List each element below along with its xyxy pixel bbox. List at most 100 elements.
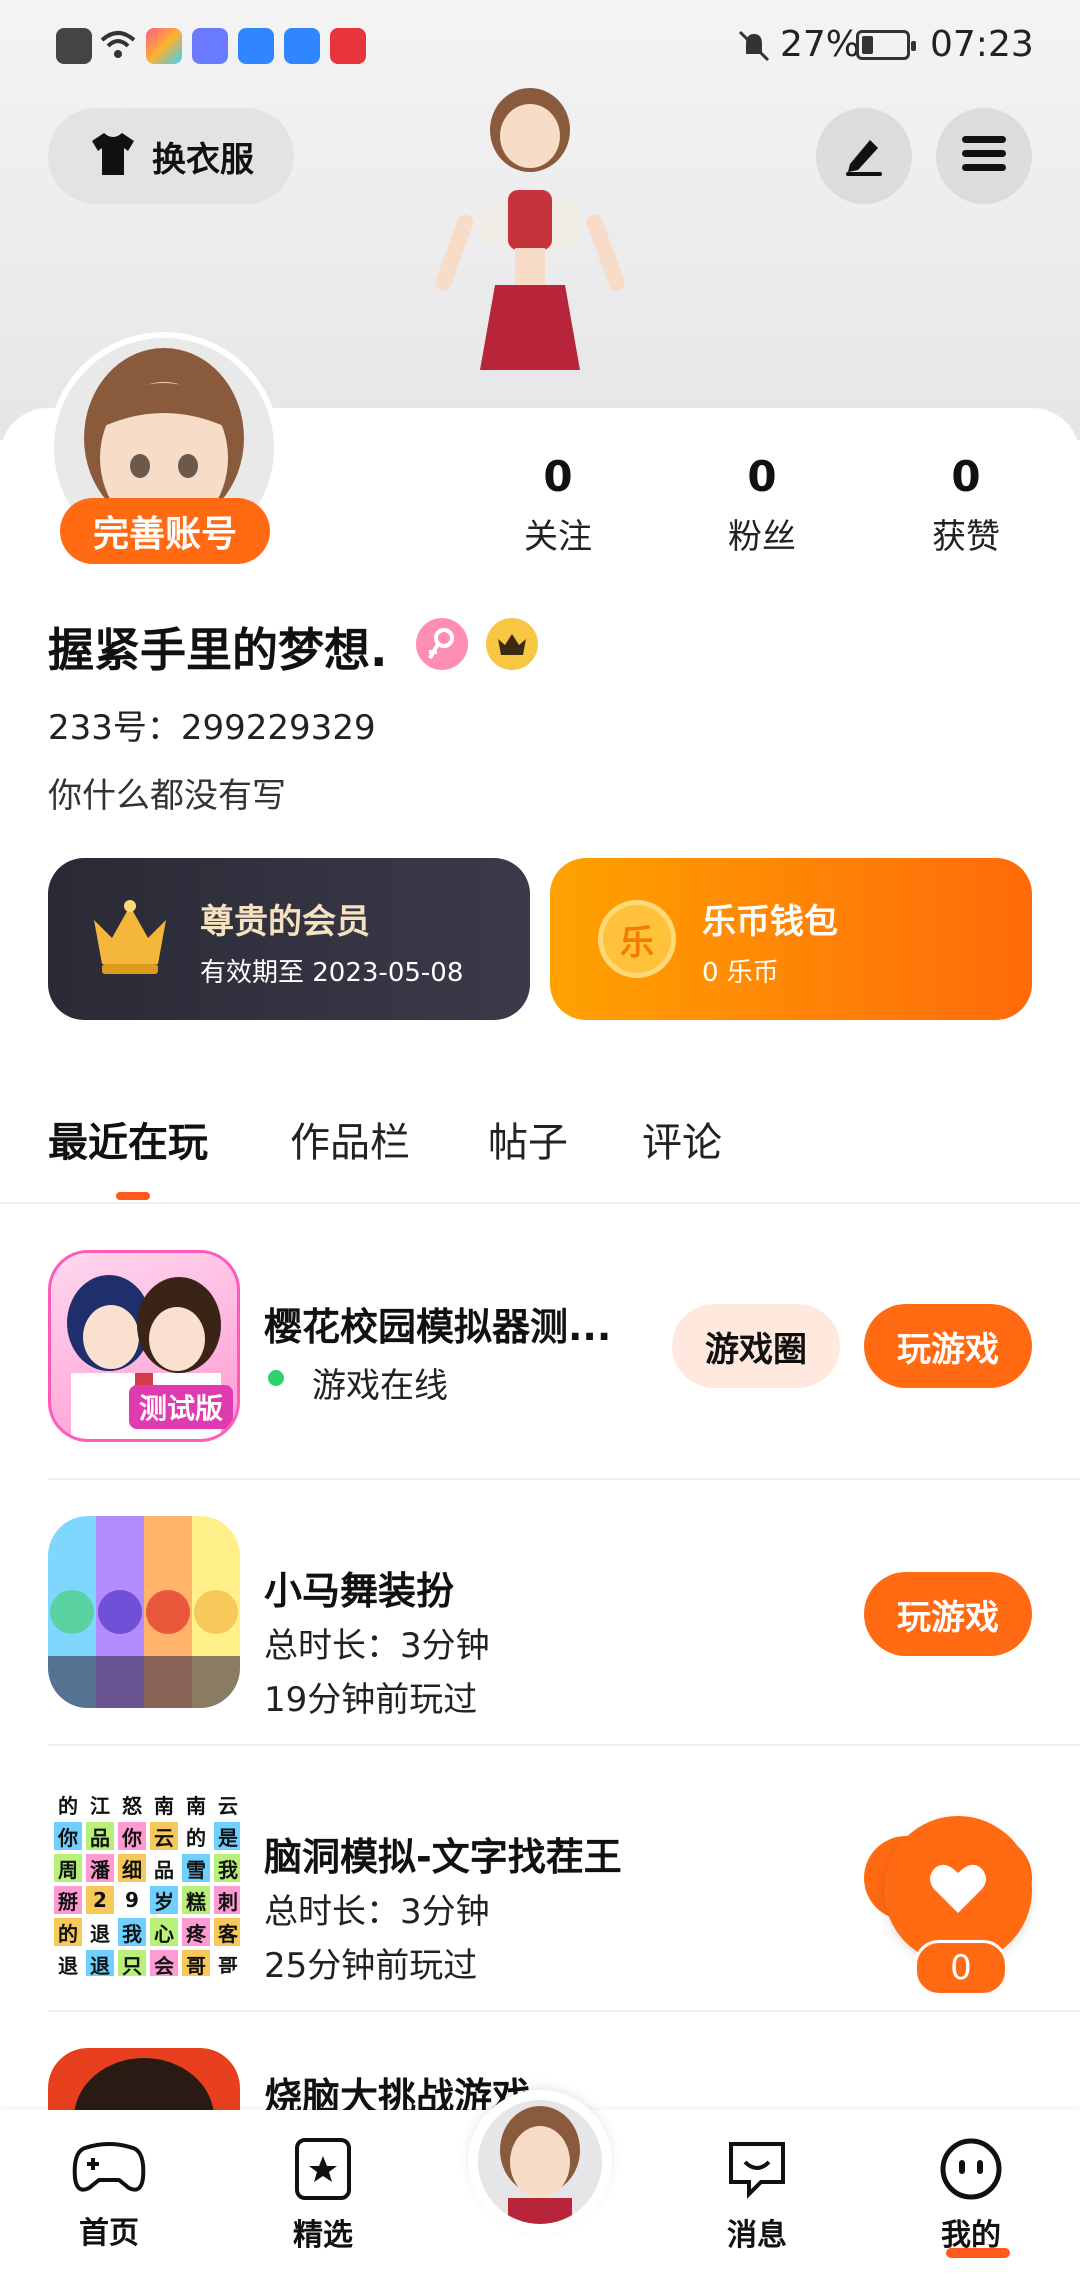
nav-home[interactable]: 首页: [34, 2138, 184, 2252]
puzzle-character-cell: 糕: [182, 1886, 210, 1914]
puzzle-character-cell: 的: [54, 1790, 82, 1818]
tab-comments[interactable]: 评论: [642, 1110, 722, 1168]
female-gender-icon: [416, 618, 468, 670]
huawei-icon: [330, 28, 366, 64]
nav-avatar-button[interactable]: [468, 2090, 612, 2234]
coin-icon: 乐: [598, 900, 676, 978]
puzzle-character-cell: 9: [118, 1886, 146, 1914]
list-divider: [48, 1478, 1080, 1480]
stat-following[interactable]: 0 关注: [478, 452, 638, 558]
game-icon-brain-challenge[interactable]: [48, 2048, 240, 2110]
game-icon-pony[interactable]: [48, 1516, 240, 1708]
vip-member-card[interactable]: 尊贵的会员 有效期至 2023-05-08: [48, 858, 530, 1020]
mute-bell-icon: [736, 28, 772, 64]
tab-works[interactable]: 作品栏: [290, 1110, 410, 1168]
puzzle-character-cell: 南: [150, 1790, 178, 1818]
list-divider: [48, 2010, 1080, 2012]
app-store-icon: [146, 28, 182, 64]
game-total-duration: 总时长：3分钟: [264, 1892, 490, 1932]
puzzle-character-cell: 我: [118, 1918, 146, 1946]
username: 握紧手里的梦想.: [48, 623, 388, 677]
gold-crown-icon: [88, 898, 172, 982]
puzzle-character-cell: 云: [150, 1822, 178, 1850]
edit-profile-button[interactable]: [816, 108, 912, 204]
game-circle-button[interactable]: 游戏圈: [672, 1304, 840, 1388]
complete-account-button[interactable]: 完善账号: [60, 498, 270, 564]
likes-count: 0: [951, 452, 981, 501]
puzzle-character-cell: 品: [150, 1854, 178, 1882]
nav-featured[interactable]: 精选: [248, 2138, 398, 2254]
puzzle-character-cell: 云: [214, 1790, 240, 1818]
game-name[interactable]: 樱花校园模拟器测...: [264, 1296, 611, 1351]
cartoon-face-image: [74, 2058, 214, 2110]
heart-icon: [928, 1861, 988, 1919]
following-label: 关注: [524, 517, 592, 557]
list-divider: [48, 1744, 1080, 1746]
game-name[interactable]: 小马舞装扮: [264, 1560, 454, 1615]
nav-featured-label: 精选: [293, 2218, 353, 2253]
test-version-badge: 测试版: [129, 1385, 234, 1429]
battery-icon: [856, 30, 916, 60]
gamepad-icon: [72, 2142, 146, 2192]
cloud-icon: [284, 28, 320, 64]
music-icon: [192, 28, 228, 64]
game-name[interactable]: 脑洞模拟-文字找茬王: [264, 1826, 622, 1881]
followers-count: 0: [747, 452, 777, 501]
puzzle-character-cell: 刺: [214, 1886, 240, 1914]
puzzle-character-cell: 是: [214, 1822, 240, 1850]
game-last-played: 19分钟前玩过: [264, 1680, 478, 1720]
crown-icon: [486, 618, 538, 670]
active-tab-indicator: [116, 1192, 150, 1200]
character-figure-image: [435, 88, 625, 370]
wallet-balance: 0 乐币: [702, 958, 779, 988]
nav-messages[interactable]: 消息: [682, 2138, 832, 2254]
user-bio: 你什么都没有写: [48, 776, 286, 816]
active-nav-indicator: [946, 2248, 1010, 2258]
cloud-icon: [238, 28, 274, 64]
puzzle-character-cell: 退: [86, 1950, 114, 1976]
puzzle-character-cell: 2: [86, 1886, 114, 1914]
puzzle-character-cell: 我: [214, 1854, 240, 1882]
game-online-status: 游戏在线: [312, 1366, 448, 1406]
like-count-badge: 0: [914, 1940, 1008, 1996]
clock: 07:23: [930, 24, 1034, 65]
nav-avatar-image: [478, 2100, 602, 2224]
puzzle-character-cell: 会: [150, 1950, 178, 1976]
game-icon-sakura[interactable]: 测试版: [48, 1250, 240, 1442]
dress-up-label: 换衣服: [152, 139, 254, 180]
puzzle-character-cell: 雪: [182, 1854, 210, 1882]
following-count: 0: [543, 452, 573, 501]
likes-label: 获赞: [932, 517, 1000, 557]
puzzle-character-cell: 哥: [182, 1950, 210, 1976]
stat-followers[interactable]: 0 粉丝: [682, 452, 842, 558]
game-icon-word-puzzle[interactable]: 的江怒南南云你品你云的是周潘细品雪我掰29岁糕刺的退我心疼客退退只会哥哥: [48, 1784, 240, 1976]
smiley-face-icon: [940, 2138, 1002, 2200]
play-game-button[interactable]: 玩游戏: [864, 1572, 1032, 1656]
play-game-button[interactable]: 玩游戏: [864, 1304, 1032, 1388]
puzzle-character-cell: 潘: [86, 1854, 114, 1882]
nav-mine[interactable]: 我的: [896, 2138, 1046, 2258]
dress-up-button[interactable]: 换衣服: [48, 108, 294, 204]
nav-home-label: 首页: [79, 2216, 139, 2251]
stat-likes[interactable]: 0 获赞: [886, 452, 1046, 558]
puzzle-character-cell: 的: [54, 1918, 82, 1946]
puzzle-character-cell: 品: [86, 1822, 114, 1850]
tab-posts[interactable]: 帖子: [488, 1110, 568, 1168]
alert-icon: [56, 28, 92, 64]
puzzle-character-cell: 你: [54, 1822, 82, 1850]
vip-member-title: 尊贵的会员: [200, 902, 370, 942]
nav-messages-label: 消息: [727, 2218, 787, 2253]
menu-button[interactable]: [936, 108, 1032, 204]
puzzle-character-cell: 退: [86, 1918, 114, 1946]
wallet-title: 乐币钱包: [702, 902, 838, 942]
wifi-icon: [100, 28, 136, 64]
coin-wallet-card[interactable]: 乐 乐币钱包 0 乐币: [550, 858, 1032, 1020]
puzzle-character-cell: 南: [182, 1790, 210, 1818]
puzzle-character-cell: 掰: [54, 1886, 82, 1914]
puzzle-character-cell: 客: [214, 1918, 240, 1946]
puzzle-character-cell: 只: [118, 1950, 146, 1976]
vip-member-expiry: 有效期至 2023-05-08: [200, 958, 464, 988]
followers-label: 粉丝: [728, 517, 796, 557]
tab-recently-played[interactable]: 最近在玩: [48, 1110, 208, 1168]
puzzle-character-cell: 岁: [150, 1886, 178, 1914]
